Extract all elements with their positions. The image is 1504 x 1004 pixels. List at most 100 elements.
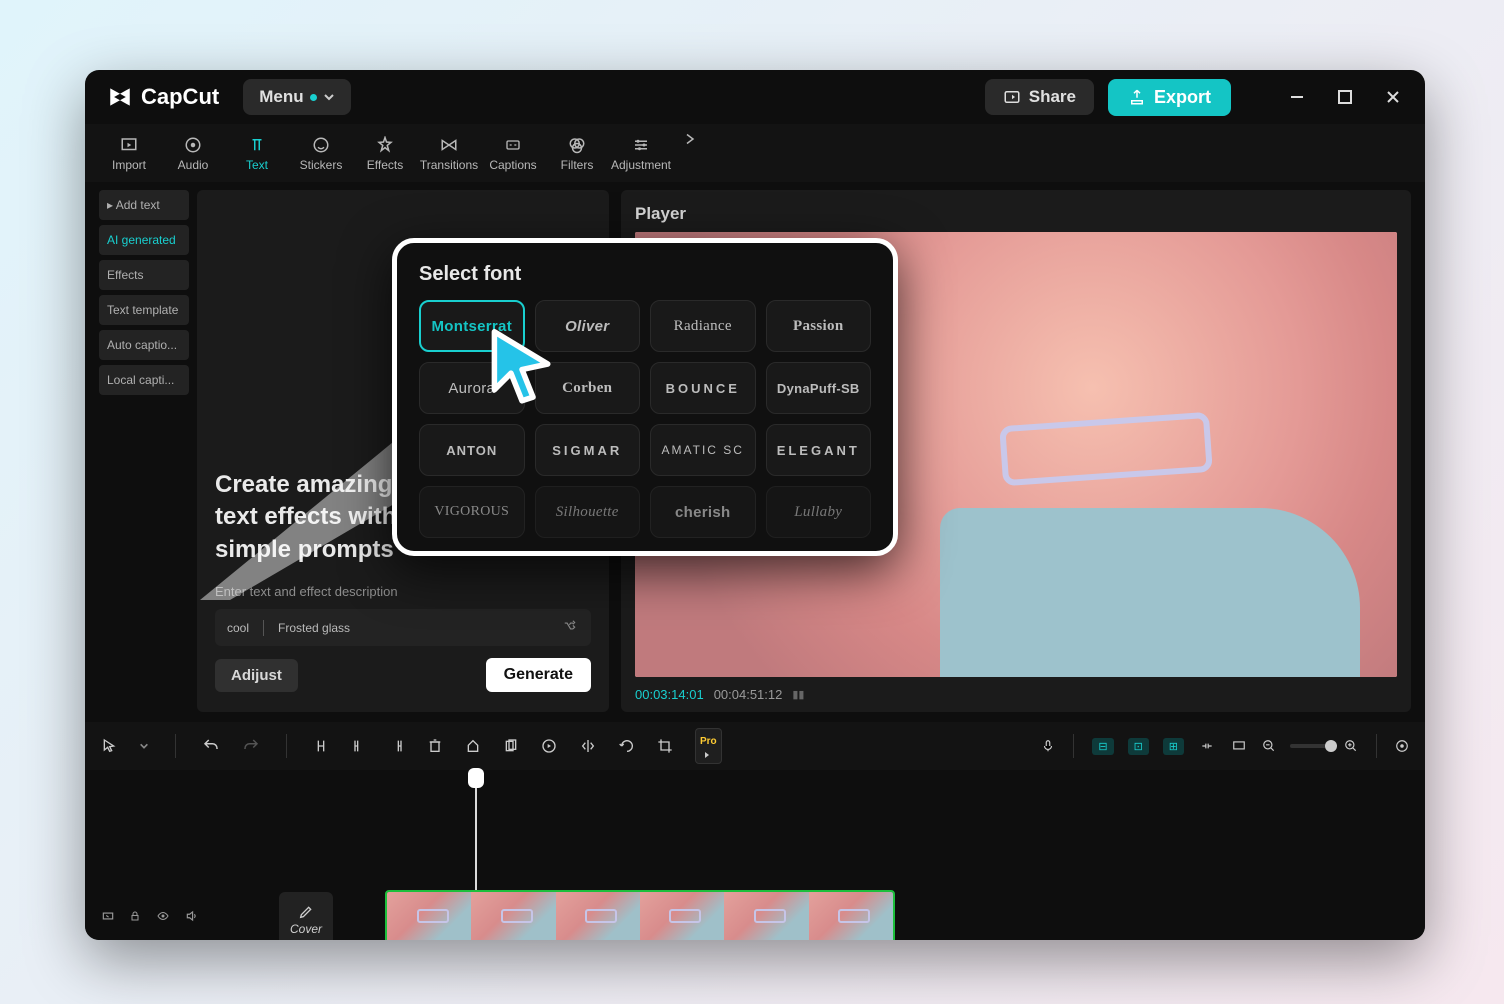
ai-actions: Adijust Generate <box>215 658 591 692</box>
track-align-3-icon[interactable]: ⊞ <box>1163 738 1184 755</box>
close-icon[interactable] <box>1383 87 1403 107</box>
tab-captions[interactable]: Captions <box>483 130 543 176</box>
tabs-more-icon[interactable] <box>675 130 705 148</box>
cover-button[interactable]: Cover <box>279 892 333 940</box>
track-align-2-icon[interactable]: ⊡ <box>1128 738 1149 755</box>
tab-text[interactable]: Text <box>227 130 287 176</box>
maximize-icon[interactable] <box>1335 87 1355 107</box>
font-amatic[interactable]: AMATIC SC <box>650 424 756 476</box>
trim-right-icon[interactable] <box>389 737 405 755</box>
chip-frosted-glass: Frosted glass <box>278 621 350 635</box>
split-icon[interactable] <box>313 737 329 755</box>
ai-sub: Enter text and effect description <box>215 584 591 599</box>
tab-adjustment[interactable]: Adjustment <box>611 130 671 176</box>
font-radiance[interactable]: Radiance <box>650 300 756 352</box>
track-toggle-icon[interactable] <box>101 909 115 928</box>
snap-icon[interactable] <box>1198 739 1216 753</box>
clip-thumb <box>809 892 893 940</box>
export-button[interactable]: Export <box>1108 79 1231 116</box>
tab-effects[interactable]: Effects <box>355 130 415 176</box>
tab-audio[interactable]: Audio <box>163 130 223 176</box>
zoom-slider[interactable] <box>1290 744 1330 748</box>
font-silhouette[interactable]: Silhouette <box>535 486 641 538</box>
prompt-input-row[interactable]: cool Frosted glass <box>215 609 591 646</box>
clip-thumb <box>724 892 808 940</box>
timecodes: 00:03:14:01 00:04:51:12 ▮▮ <box>635 687 1397 702</box>
track-align-1-icon[interactable]: ⊟ <box>1092 738 1113 755</box>
tag-icon[interactable] <box>465 737 481 755</box>
font-elegant[interactable]: ELEGANT <box>766 424 872 476</box>
captions-icon <box>503 134 523 156</box>
clip-thumb <box>640 892 724 940</box>
generate-button[interactable]: Generate <box>486 658 591 692</box>
crop-icon[interactable] <box>657 738 673 754</box>
lock-icon[interactable] <box>129 909 141 928</box>
text-icon <box>247 134 267 156</box>
mute-icon[interactable] <box>185 909 199 928</box>
clip-thumb <box>556 892 640 940</box>
fit-icon[interactable] <box>1395 739 1409 753</box>
cursor-tool-icon[interactable] <box>101 737 117 755</box>
shuffle-icon[interactable] <box>561 619 579 636</box>
menu-button[interactable]: Menu <box>243 79 350 115</box>
undo-icon[interactable] <box>202 737 220 755</box>
track-controls <box>101 909 199 928</box>
sidebar-item-local-captions[interactable]: Local capti... <box>99 365 189 395</box>
font-bounce[interactable]: BOUNCE <box>650 362 756 414</box>
pencil-icon <box>298 904 314 920</box>
sidebar-item-add-text[interactable]: ▸ Add text <box>99 190 189 220</box>
transitions-icon <box>439 134 459 156</box>
zoom-in-icon[interactable] <box>1344 739 1358 753</box>
font-dynapuff[interactable]: DynaPuff-SB <box>766 362 872 414</box>
font-anton[interactable]: ANTON <box>419 424 525 476</box>
divider <box>263 620 264 636</box>
video-clip[interactable] <box>385 890 895 940</box>
font-lullaby[interactable]: Lullaby <box>766 486 872 538</box>
zoom-out-icon[interactable] <box>1262 739 1276 753</box>
font-passion[interactable]: Passion <box>766 300 872 352</box>
font-sigmar[interactable]: SIGMAR <box>535 424 641 476</box>
pro-badge[interactable]: Pro <box>695 728 722 764</box>
tab-stickers[interactable]: Stickers <box>291 130 351 176</box>
sidebar-item-effects[interactable]: Effects <box>99 260 189 290</box>
minimize-icon[interactable] <box>1287 87 1307 107</box>
adjust-button[interactable]: Adijust <box>215 659 298 692</box>
cursor-dropdown-icon[interactable] <box>139 741 149 751</box>
chip-cool: cool <box>227 621 249 635</box>
eye-icon[interactable] <box>155 909 171 928</box>
redo-icon[interactable] <box>242 737 260 755</box>
notification-dot-icon <box>310 94 317 101</box>
font-cherish[interactable]: cherish <box>650 486 756 538</box>
copy-icon[interactable] <box>503 737 519 755</box>
rotate-icon[interactable] <box>619 738 635 754</box>
font-vigorous[interactable]: VIGOROUS <box>419 486 525 538</box>
app-name: CapCut <box>141 84 219 110</box>
sidebar-item-ai-generated[interactable]: AI generated <box>99 225 189 255</box>
export-icon <box>1128 88 1146 106</box>
import-icon <box>119 134 139 156</box>
sidebar-item-text-template[interactable]: Text template <box>99 295 189 325</box>
record-icon[interactable] <box>541 738 557 754</box>
timeline-toolbar: Pro ⊟ ⊡ ⊞ <box>85 722 1425 770</box>
tab-import[interactable]: Import <box>99 130 159 176</box>
chevron-down-icon <box>323 91 335 103</box>
titlebar: CapCut Menu Share Export <box>85 70 1425 124</box>
share-icon <box>1003 88 1021 106</box>
text-sidemenu: ▸ Add text AI generated Effects Text tem… <box>99 190 189 712</box>
delete-icon[interactable] <box>427 737 443 755</box>
tab-transitions[interactable]: Transitions <box>419 130 479 176</box>
app-logo: CapCut <box>107 84 219 110</box>
share-label: Share <box>1029 87 1076 107</box>
timeline[interactable]: Cover <box>85 770 1425 940</box>
tab-filters[interactable]: Filters <box>547 130 607 176</box>
preview-mode-icon[interactable] <box>1230 739 1248 753</box>
clip-thumb <box>471 892 555 940</box>
select-font-modal: Select font Montserrat Oliver Radiance P… <box>392 238 898 556</box>
adjustment-icon <box>631 134 651 156</box>
trim-left-icon[interactable] <box>351 737 367 755</box>
mic-icon[interactable] <box>1041 737 1055 755</box>
mirror-icon[interactable] <box>579 738 597 754</box>
time-total: 00:04:51:12 <box>714 687 783 702</box>
share-button[interactable]: Share <box>985 79 1094 115</box>
sidebar-item-auto-captions[interactable]: Auto captio... <box>99 330 189 360</box>
